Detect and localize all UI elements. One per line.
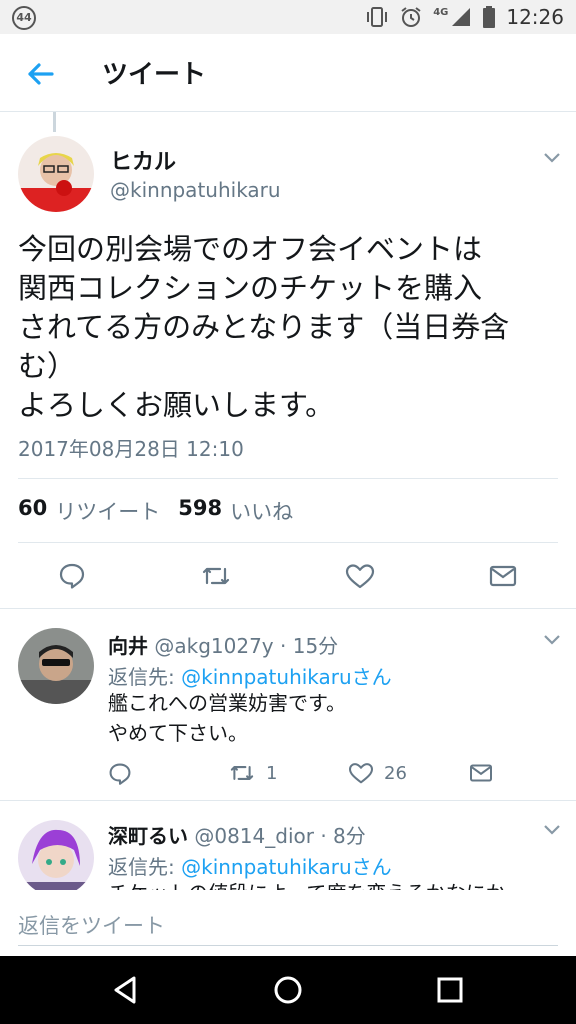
divider bbox=[18, 542, 558, 543]
author-name[interactable]: ヒカル bbox=[110, 144, 176, 176]
author-handle[interactable]: @kinnpatuhikaru bbox=[110, 178, 281, 202]
alarm-icon bbox=[401, 7, 421, 27]
reply-to: 返信先: @kinnpatuhikaruさん bbox=[108, 851, 392, 880]
nav-back-icon[interactable] bbox=[108, 972, 144, 1008]
reply-time: 15分 bbox=[292, 634, 339, 658]
retweet-icon[interactable] bbox=[200, 563, 232, 589]
retweet-count: 1 bbox=[266, 762, 278, 784]
vibrate-icon bbox=[367, 7, 388, 27]
tweet-timestamp: 2017年08月28日 12:10 bbox=[18, 437, 244, 461]
reply-author-handle[interactable]: @0814_dior bbox=[194, 824, 314, 848]
status-icons: 4G 12:26 bbox=[365, 4, 564, 30]
status-bar: 44 4G 12:26 bbox=[0, 0, 576, 34]
divider bbox=[18, 478, 558, 479]
chevron-down-icon[interactable] bbox=[543, 152, 561, 164]
reply-composer: 返信をツイート bbox=[0, 890, 576, 956]
reply-item: 深町るい @0814_dior · 8分 返信先: @kinnpatuhikar… bbox=[0, 810, 576, 890]
retweet-action[interactable]: 1 bbox=[228, 762, 277, 784]
reply-icon[interactable] bbox=[58, 562, 86, 590]
chevron-down-icon[interactable] bbox=[543, 634, 561, 646]
system-nav-bar bbox=[0, 956, 576, 1024]
avatar[interactable] bbox=[18, 820, 94, 890]
reply-header: 深町るい @0814_dior · 8分 bbox=[108, 824, 366, 848]
network-type-label: 4G bbox=[433, 6, 449, 18]
signal-icon bbox=[452, 8, 471, 26]
reply-author-name[interactable]: 深町るい bbox=[108, 824, 188, 848]
chevron-down-icon[interactable] bbox=[543, 824, 561, 836]
back-arrow-icon[interactable] bbox=[22, 56, 58, 92]
retweet-label[interactable]: リツイート bbox=[55, 496, 160, 526]
divider bbox=[0, 608, 576, 609]
reply-text: チケットの値段によって席を変えるかなにか bbox=[108, 878, 506, 890]
like-action[interactable]: 26 bbox=[348, 762, 407, 784]
thread-connector-line bbox=[53, 112, 56, 132]
like-icon[interactable] bbox=[348, 762, 374, 784]
avatar[interactable] bbox=[18, 628, 94, 704]
reply-to-label: 返信先: bbox=[108, 665, 175, 689]
reply-to-label: 返信先: bbox=[108, 855, 175, 879]
reply-header: 向井 @akg1027y · 15分 bbox=[108, 634, 339, 658]
reply-icon[interactable] bbox=[108, 762, 132, 786]
reply-text: 艦これへの営業妨害です。 やめて下さい。 bbox=[108, 691, 346, 745]
like-count[interactable]: 598 bbox=[178, 496, 222, 526]
clock: 12:26 bbox=[506, 5, 564, 29]
reply-author-name[interactable]: 向井 bbox=[108, 634, 148, 658]
direct-message-icon[interactable] bbox=[469, 763, 493, 783]
reply-to: 返信先: @kinnpatuhikaruさん bbox=[108, 661, 392, 690]
divider bbox=[0, 800, 576, 801]
nav-home-icon[interactable] bbox=[270, 972, 306, 1008]
tweet-stats: 60 リツイート 598 いいね bbox=[18, 496, 293, 526]
battery-icon bbox=[483, 6, 496, 28]
avatar[interactable] bbox=[18, 136, 94, 212]
reply-to-link[interactable]: @kinnpatuhikaruさん bbox=[181, 855, 392, 879]
app-bar: ツイート bbox=[0, 34, 576, 112]
like-count: 26 bbox=[384, 762, 407, 784]
tweet-text: 今回の別会場でのオフ会イベントは 関西コレクションのチケットを購入 されてる方の… bbox=[18, 232, 510, 422]
reply-to-link[interactable]: @kinnpatuhikaruさん bbox=[181, 665, 392, 689]
like-label[interactable]: いいね bbox=[230, 496, 293, 526]
direct-message-icon[interactable] bbox=[489, 564, 517, 588]
page-title: ツイート bbox=[102, 60, 207, 90]
nav-recents-icon[interactable] bbox=[432, 972, 468, 1008]
retweet-icon[interactable] bbox=[228, 762, 256, 784]
reply-author-handle[interactable]: @akg1027y bbox=[154, 634, 273, 658]
retweet-count[interactable]: 60 bbox=[18, 496, 47, 526]
reply-time: 8分 bbox=[333, 824, 366, 848]
like-icon[interactable] bbox=[345, 563, 375, 589]
reply-input[interactable]: 返信をツイート bbox=[18, 900, 558, 946]
notification-count-badge: 44 bbox=[12, 6, 36, 30]
